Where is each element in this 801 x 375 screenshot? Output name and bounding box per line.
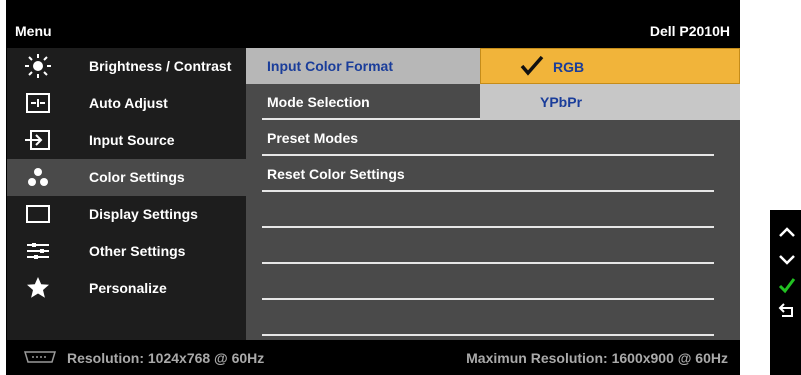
back-arrow-icon[interactable] bbox=[778, 302, 796, 320]
menu-row-reset-color-settings[interactable]: Reset Color Settings bbox=[246, 156, 740, 192]
sidebar-item-display-settings[interactable]: Display Settings bbox=[7, 196, 246, 233]
option-rgb[interactable]: RGB bbox=[480, 48, 740, 84]
monitor-osd: Menu Dell P2010H Brightness / Contrast A… bbox=[0, 0, 740, 375]
row-divider bbox=[262, 334, 714, 336]
star-icon bbox=[27, 277, 49, 298]
auto-adjust-icon bbox=[26, 93, 50, 113]
chevron-down-icon[interactable] bbox=[778, 250, 796, 268]
sidebar-item-label: Other Settings bbox=[89, 243, 186, 259]
status-bar: Resolution: 1024x768 @ 60Hz Maximun Reso… bbox=[7, 340, 740, 375]
display-settings-icon bbox=[26, 205, 50, 223]
row-label: Input Color Format bbox=[267, 58, 393, 74]
sidebar-item-auto-adjust[interactable]: Auto Adjust bbox=[7, 85, 246, 122]
color-settings-icon bbox=[28, 168, 48, 186]
sidebar-item-brightness-contrast[interactable]: Brightness / Contrast bbox=[7, 48, 246, 85]
osd-sidebar: Brightness / Contrast Auto Adjust Input … bbox=[7, 48, 246, 340]
monitor-buttons bbox=[770, 210, 801, 375]
menu-row-empty bbox=[246, 228, 740, 264]
option-label: YPbPr bbox=[540, 94, 583, 110]
check-icon bbox=[520, 55, 544, 76]
max-resolution: Maximun Resolution: 1600x900 @ 60Hz bbox=[466, 350, 728, 366]
current-resolution: Resolution: 1024x768 @ 60Hz bbox=[67, 350, 265, 366]
row-label: Reset Color Settings bbox=[267, 166, 405, 182]
menu-row-preset-modes[interactable]: Preset Modes bbox=[246, 120, 740, 156]
vga-connector-icon bbox=[23, 351, 57, 363]
sidebar-item-label: Input Source bbox=[89, 132, 175, 148]
brightness-icon bbox=[25, 54, 51, 78]
sidebar-item-label: Color Settings bbox=[89, 169, 185, 185]
sidebar-item-label: Brightness / Contrast bbox=[89, 58, 232, 74]
left-rail bbox=[0, 0, 8, 375]
osd-titlebar: Menu Dell P2010H bbox=[7, 15, 740, 48]
option-label: RGB bbox=[553, 59, 585, 75]
row-label: Mode Selection bbox=[267, 94, 370, 110]
row-label: Preset Modes bbox=[267, 130, 359, 146]
sidebar-item-label: Auto Adjust bbox=[89, 95, 168, 111]
other-settings-icon bbox=[27, 243, 49, 259]
sidebar-item-personalize[interactable]: Personalize bbox=[7, 270, 246, 307]
sidebar-item-other-settings[interactable]: Other Settings bbox=[7, 233, 246, 270]
menu-row-empty bbox=[246, 192, 740, 228]
monitor-model-title: Dell P2010H bbox=[649, 23, 730, 39]
menu-row-empty bbox=[246, 264, 740, 300]
option-ypbpr[interactable]: YPbPr bbox=[480, 84, 740, 120]
chevron-up-icon[interactable] bbox=[778, 224, 796, 242]
menu-title: Menu bbox=[15, 23, 52, 39]
input-source-icon bbox=[25, 130, 50, 150]
color-settings-panel: Input Color Format Mode Selection Preset… bbox=[246, 48, 740, 340]
sidebar-item-input-source[interactable]: Input Source bbox=[7, 122, 246, 159]
sidebar-item-label: Display Settings bbox=[89, 206, 198, 222]
check-icon[interactable] bbox=[778, 276, 796, 294]
sidebar-item-label: Personalize bbox=[89, 280, 167, 296]
sidebar-item-color-settings[interactable]: Color Settings bbox=[7, 159, 246, 196]
menu-row-empty bbox=[246, 300, 740, 336]
